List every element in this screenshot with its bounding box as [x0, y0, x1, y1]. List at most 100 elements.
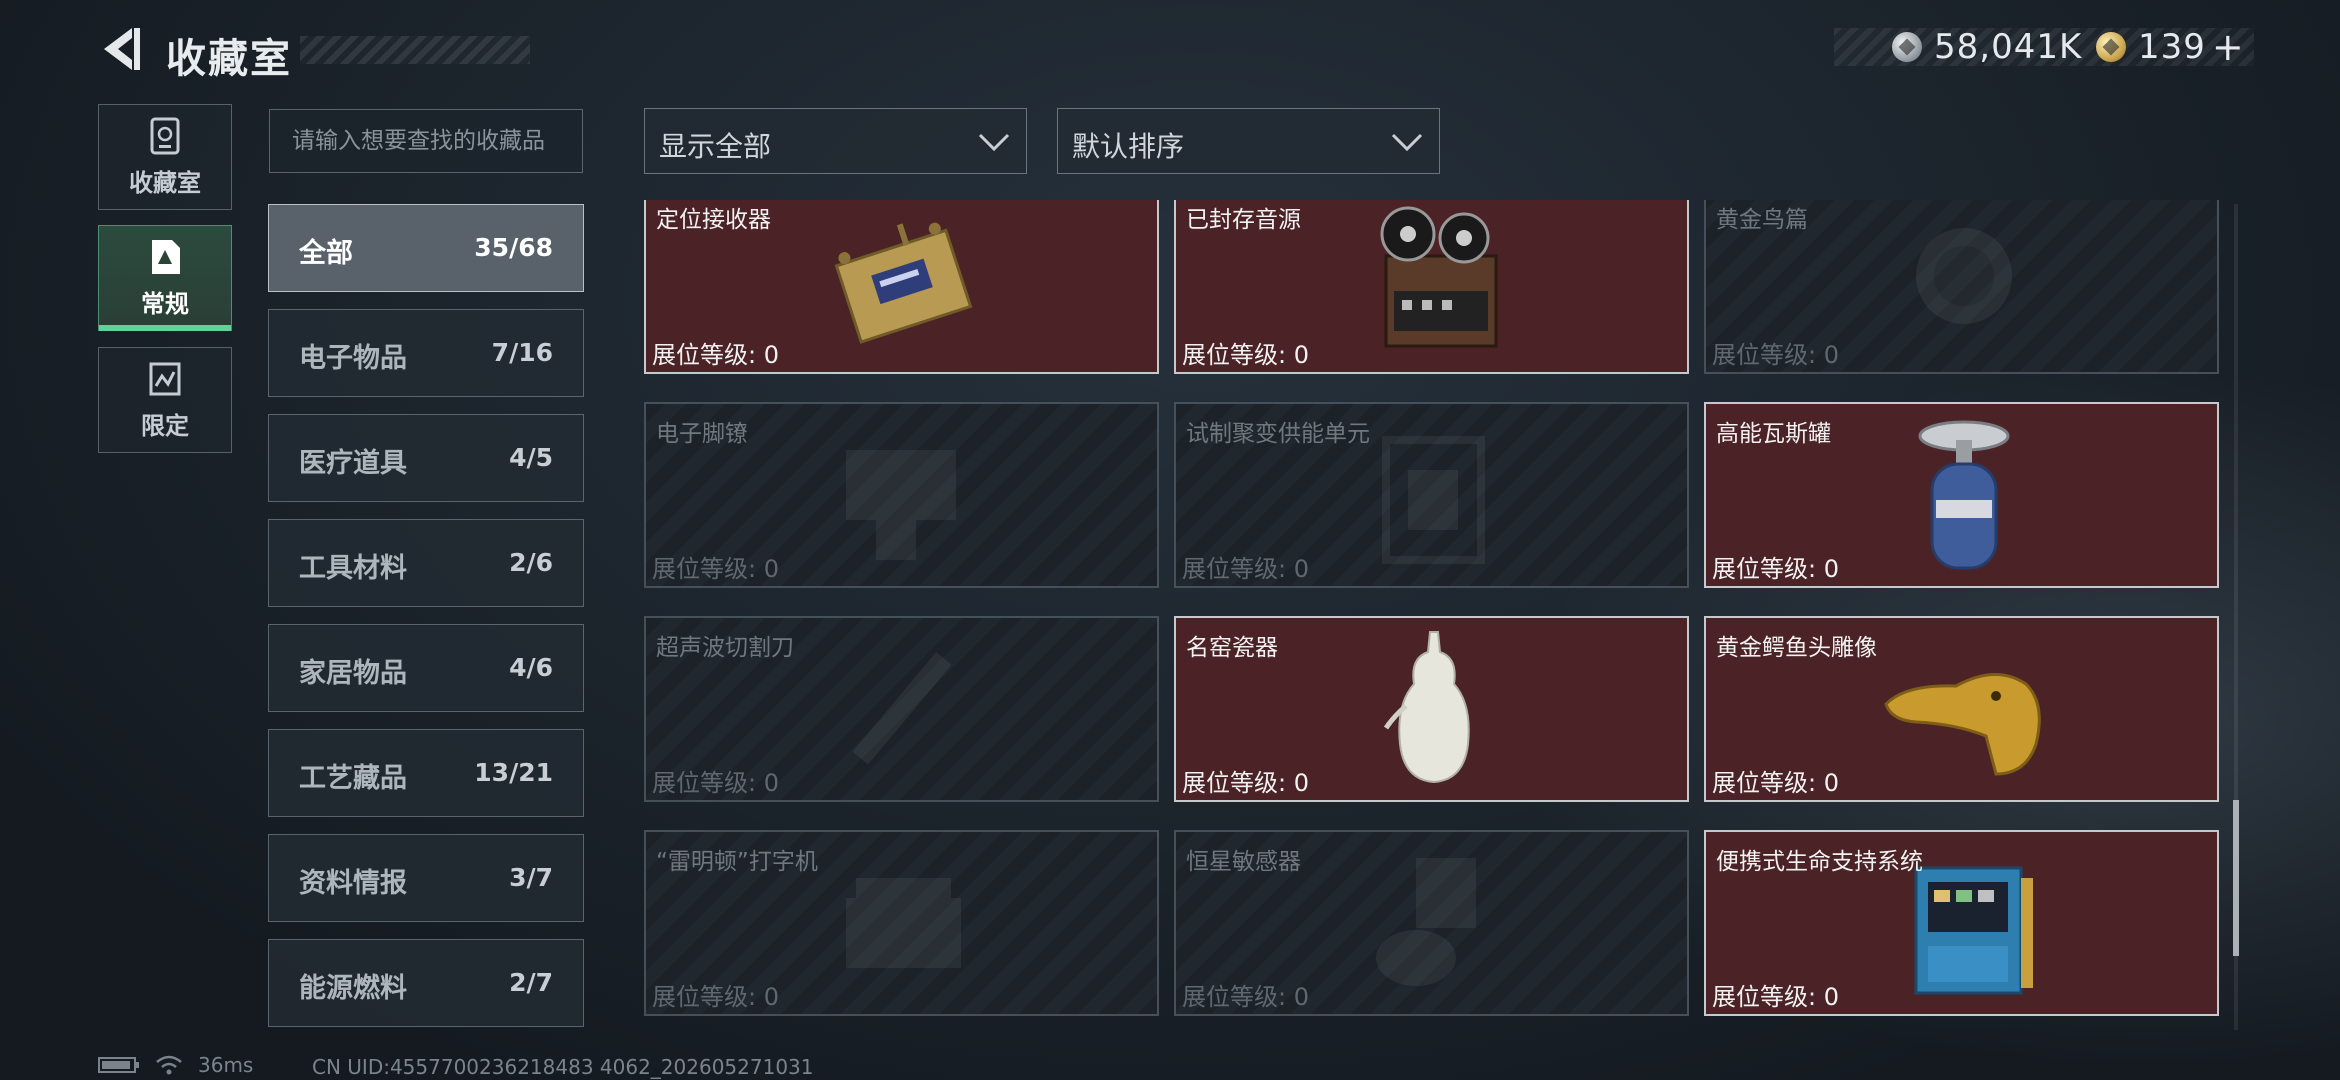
item-name: 超声波切割刀 — [656, 635, 794, 661]
booth-level: 展位等级: 0 — [652, 983, 779, 1011]
nav-label-limited: 限定 — [141, 411, 189, 440]
back-arrow-icon[interactable] — [96, 24, 142, 74]
category-item[interactable]: 工具材料 2/6 — [268, 519, 584, 607]
gold-coin-icon — [2096, 32, 2126, 62]
gold-amount: 139 — [2138, 27, 2206, 67]
item-name: 定位接收器 — [656, 207, 771, 233]
nav-item-storage[interactable]: 收藏室 — [98, 104, 232, 210]
show-filter-label: 显示全部 — [659, 130, 772, 163]
booth-level: 展位等级: 0 — [1182, 555, 1309, 583]
booth-level: 展位等级: 0 — [652, 341, 779, 369]
item-name: 恒星敏感器 — [1186, 849, 1301, 875]
search-input[interactable] — [269, 109, 583, 173]
category-name: 家居物品 — [299, 658, 407, 689]
currency-bar: 58,041K 139 + — [1834, 25, 2254, 69]
title-decoration — [300, 36, 530, 64]
collection-card[interactable]: 超声波切割刀展位等级: 0 — [644, 616, 1159, 802]
category-item[interactable]: 电子物品 7/16 — [268, 309, 584, 397]
item-name: 黄金鸟篇 — [1716, 207, 1808, 233]
category-item[interactable]: 全部 35/68 — [268, 204, 584, 292]
gold-currency: 139 + — [2096, 25, 2244, 69]
item-name: 便携式生命支持系统 — [1716, 849, 1923, 875]
collection-card[interactable]: 名窑瓷器展位等级: 0 — [1174, 616, 1689, 802]
category-count: 7/16 — [491, 338, 553, 367]
category-name: 医疗道具 — [299, 448, 407, 479]
battery-icon — [98, 1057, 139, 1073]
collection-card[interactable]: 试制聚变供能单元展位等级: 0 — [1174, 402, 1689, 588]
show-filter-dropdown[interactable]: 显示全部 — [644, 108, 1027, 174]
booth-level: 展位等级: 0 — [1182, 769, 1309, 797]
booth-level: 展位等级: 0 — [652, 769, 779, 797]
item-name: 电子脚镣 — [656, 421, 748, 447]
status-bar: 36ms — [98, 1053, 254, 1077]
category-name: 电子物品 — [299, 343, 407, 374]
collection-card[interactable]: “雷明顿”打字机展位等级: 0 — [644, 830, 1159, 1016]
category-count: 4/5 — [509, 443, 553, 472]
sort-dropdown[interactable]: 默认排序 — [1057, 108, 1440, 174]
category-count: 2/7 — [509, 968, 553, 997]
category-name: 资料情报 — [299, 868, 407, 899]
limited-icon — [149, 362, 181, 395]
item-name: “雷明顿”打字机 — [656, 849, 818, 875]
category-count: 4/6 — [509, 653, 553, 682]
ping-value: 36ms — [198, 1053, 254, 1077]
silver-coin-icon — [1892, 32, 1922, 62]
item-name: 高能瓦斯罐 — [1716, 421, 1831, 447]
item-name: 名窑瓷器 — [1186, 635, 1278, 661]
collection-card[interactable]: 电子脚镣展位等级: 0 — [644, 402, 1159, 588]
booth-level: 展位等级: 0 — [1712, 341, 1839, 369]
wifi-icon — [156, 1055, 182, 1075]
category-name: 工艺藏品 — [299, 763, 407, 794]
item-name: 试制聚变供能单元 — [1186, 421, 1370, 447]
nav-item-regular[interactable]: 常规 — [98, 225, 232, 331]
booth-level: 展位等级: 0 — [1182, 983, 1309, 1011]
booth-level: 展位等级: 0 — [1712, 769, 1839, 797]
collection-card[interactable]: 已封存音源展位等级: 0 — [1174, 200, 1689, 374]
item-image — [1876, 410, 2051, 575]
category-count: 35/68 — [474, 233, 553, 262]
category-name: 全部 — [299, 238, 353, 269]
item-name: 黄金鳄鱼头雕像 — [1716, 635, 1877, 661]
category-count: 13/21 — [474, 758, 553, 787]
page-title: 收藏室 — [166, 36, 292, 82]
collection-card[interactable]: 高能瓦斯罐展位等级: 0 — [1704, 402, 2219, 588]
nav-label-storage: 收藏室 — [129, 168, 201, 197]
scrollbar-thumb[interactable] — [2233, 800, 2239, 956]
booth-level: 展位等级: 0 — [1712, 555, 1839, 583]
item-image — [1346, 200, 1521, 361]
uid-text: CN UID:4557700236218483 4062_20260527103… — [312, 1055, 814, 1079]
booth-level: 展位等级: 0 — [1712, 983, 1839, 1011]
silver-currency: 58,041K — [1892, 27, 2082, 67]
item-image — [1876, 200, 2051, 361]
item-image — [1346, 838, 1521, 1003]
category-count: 2/6 — [509, 548, 553, 577]
item-image — [1346, 410, 1521, 575]
item-image — [816, 838, 991, 1003]
category-item[interactable]: 能源燃料 2/7 — [268, 939, 584, 1027]
chevron-down-icon — [1391, 133, 1423, 152]
item-name: 已封存音源 — [1186, 207, 1301, 233]
collection-card[interactable]: 便携式生命支持系统展位等级: 0 — [1704, 830, 2219, 1016]
category-item[interactable]: 工艺藏品 13/21 — [268, 729, 584, 817]
add-currency-button[interactable]: + — [2212, 25, 2244, 69]
booth-level: 展位等级: 0 — [652, 555, 779, 583]
category-item[interactable]: 资料情报 3/7 — [268, 834, 584, 922]
item-image — [816, 200, 991, 361]
sort-label: 默认排序 — [1072, 130, 1185, 163]
storage-icon — [150, 117, 180, 154]
category-item[interactable]: 医疗道具 4/5 — [268, 414, 584, 502]
item-image — [1876, 624, 2051, 789]
collection-card[interactable]: 定位接收器展位等级: 0 — [644, 200, 1159, 374]
chevron-down-icon — [978, 133, 1010, 152]
collection-grid[interactable]: 定位接收器 展位等级: 0 已封存音源 展位等级: 0 黄金鸟篇 展位等级: 0 电子脚镣展… — [640, 200, 2232, 1032]
category-count: 3/7 — [509, 863, 553, 892]
collection-card[interactable]: 黄金鳄鱼头雕像展位等级: 0 — [1704, 616, 2219, 802]
page-title-area: 收藏室 — [150, 22, 530, 82]
booth-level: 展位等级: 0 — [1182, 341, 1309, 369]
collection-card[interactable]: 恒星敏感器展位等级: 0 — [1174, 830, 1689, 1016]
collection-card[interactable]: 黄金鸟篇展位等级: 0 — [1704, 200, 2219, 374]
category-item[interactable]: 家居物品 4/6 — [268, 624, 584, 712]
nav-item-limited[interactable]: 限定 — [98, 347, 232, 453]
nav-label-regular: 常规 — [141, 289, 189, 318]
document-icon — [152, 239, 180, 274]
